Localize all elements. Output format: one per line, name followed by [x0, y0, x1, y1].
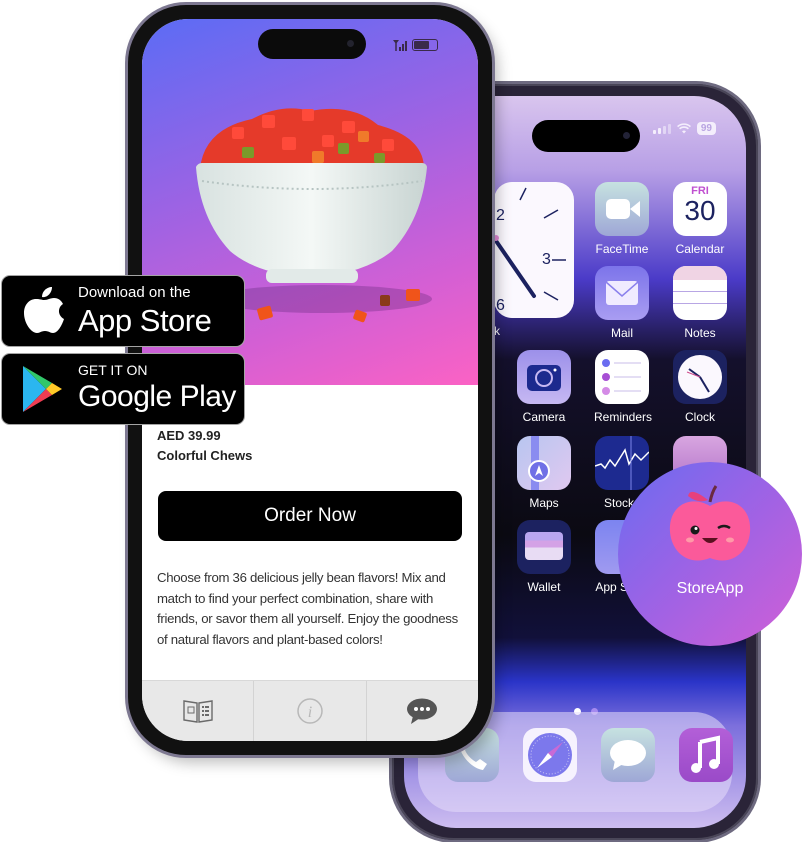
order-now-button[interactable]: Order Now [158, 491, 462, 541]
svg-text:6: 6 [496, 297, 505, 314]
tab-info[interactable]: i [254, 681, 367, 741]
wallet-icon [517, 520, 571, 574]
status-bar: 99 [652, 122, 716, 135]
reminders-icon [595, 350, 649, 404]
messages-icon [601, 728, 655, 782]
svg-text:2: 2 [496, 207, 505, 224]
dock-messages[interactable] [600, 728, 656, 782]
svg-text:3: 3 [542, 251, 551, 268]
dock-music[interactable] [678, 728, 734, 782]
chat-bubble-icon [407, 698, 438, 724]
tab-catalog[interactable] [142, 681, 255, 741]
battery-icon [412, 39, 438, 51]
product-price: AED 39.99 [157, 428, 221, 443]
apple-icon [24, 287, 64, 333]
signal-icon [393, 40, 407, 51]
google-play-badge-small: GET IT ON [78, 362, 148, 378]
maps-icon [517, 436, 571, 490]
app-store-badge-small: Download on the [78, 284, 191, 301]
app-mail[interactable]: Mail [594, 266, 650, 340]
app-camera[interactable]: Camera [516, 350, 572, 424]
clock-widget[interactable]: 2 3 6 [494, 182, 574, 318]
google-play-icon [23, 366, 62, 412]
app-maps[interactable]: Maps [516, 436, 572, 510]
status-bar [392, 39, 438, 51]
product-description: Choose from 36 delicious jelly bean flav… [157, 570, 458, 647]
apple-mascot-icon [669, 485, 751, 561]
app-wallet[interactable]: Wallet [516, 520, 572, 594]
facetime-icon [595, 182, 649, 236]
app-calendar[interactable]: FRI 30 Calendar [672, 182, 728, 256]
app-reminders[interactable]: Reminders [594, 350, 652, 424]
app-facetime[interactable]: FaceTime [594, 182, 650, 256]
wifi-icon [676, 123, 691, 134]
battery-level: 99 [696, 122, 716, 135]
google-play-badge-large: Google Play [78, 380, 236, 413]
camera-icon [517, 350, 571, 404]
signal-icon [652, 123, 671, 134]
clock-icon [673, 350, 727, 404]
storeapp-label: StoreApp [676, 580, 744, 597]
storeapp-launcher[interactable]: StoreApp [618, 462, 802, 646]
product-name: Colorful Chews [157, 448, 253, 463]
clock-widget-label: ck [488, 324, 500, 338]
app-store-badge-large: App Store [78, 303, 212, 338]
dock-safari[interactable] [522, 728, 578, 782]
dynamic-island [258, 29, 366, 59]
svg-text:i: i [308, 704, 312, 721]
app-notes[interactable]: Notes [672, 266, 728, 340]
app-clock[interactable]: Clock [672, 350, 728, 424]
tab-chat[interactable] [367, 681, 478, 741]
safari-icon [523, 728, 577, 782]
catalog-book-icon [182, 700, 213, 723]
app-store-badge[interactable]: Download on the App Store [1, 275, 245, 347]
music-icon [679, 728, 733, 782]
mail-icon [595, 266, 649, 320]
bottom-tab-bar: i [142, 680, 478, 741]
clock-face-icon: 2 3 6 [494, 187, 566, 314]
info-icon: i [297, 698, 323, 724]
calendar-icon: FRI 30 [673, 182, 727, 236]
notes-icon [673, 266, 727, 320]
google-play-badge[interactable]: GET IT ON Google Play [1, 353, 245, 425]
dynamic-island [532, 120, 640, 152]
